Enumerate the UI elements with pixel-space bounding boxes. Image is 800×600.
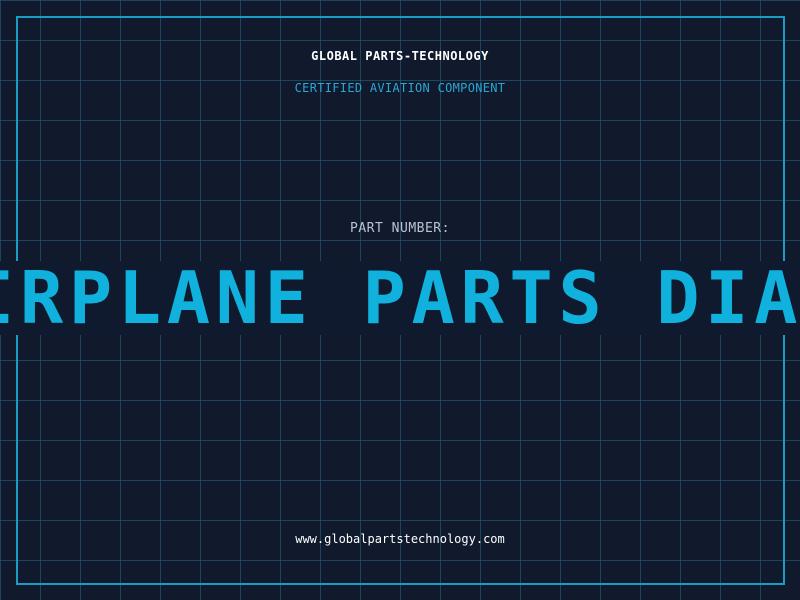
- part-number-value: AIRPLANE PARTS DIAGRAM WITH NAMES: [0, 261, 800, 335]
- company-name: GLOBAL PARTS-TECHNOLOGY: [311, 49, 489, 63]
- certificate-card: GLOBAL PARTS-TECHNOLOGY CERTIFIED AVIATI…: [0, 0, 800, 600]
- certification-subtitle: CERTIFIED AVIATION COMPONENT: [294, 81, 506, 95]
- website-url[interactable]: www.globalpartstechnology.com: [0, 532, 800, 546]
- part-number-band: AIRPLANE PARTS DIAGRAM WITH NAMES: [0, 261, 800, 335]
- part-number-label: PART NUMBER:: [350, 221, 450, 236]
